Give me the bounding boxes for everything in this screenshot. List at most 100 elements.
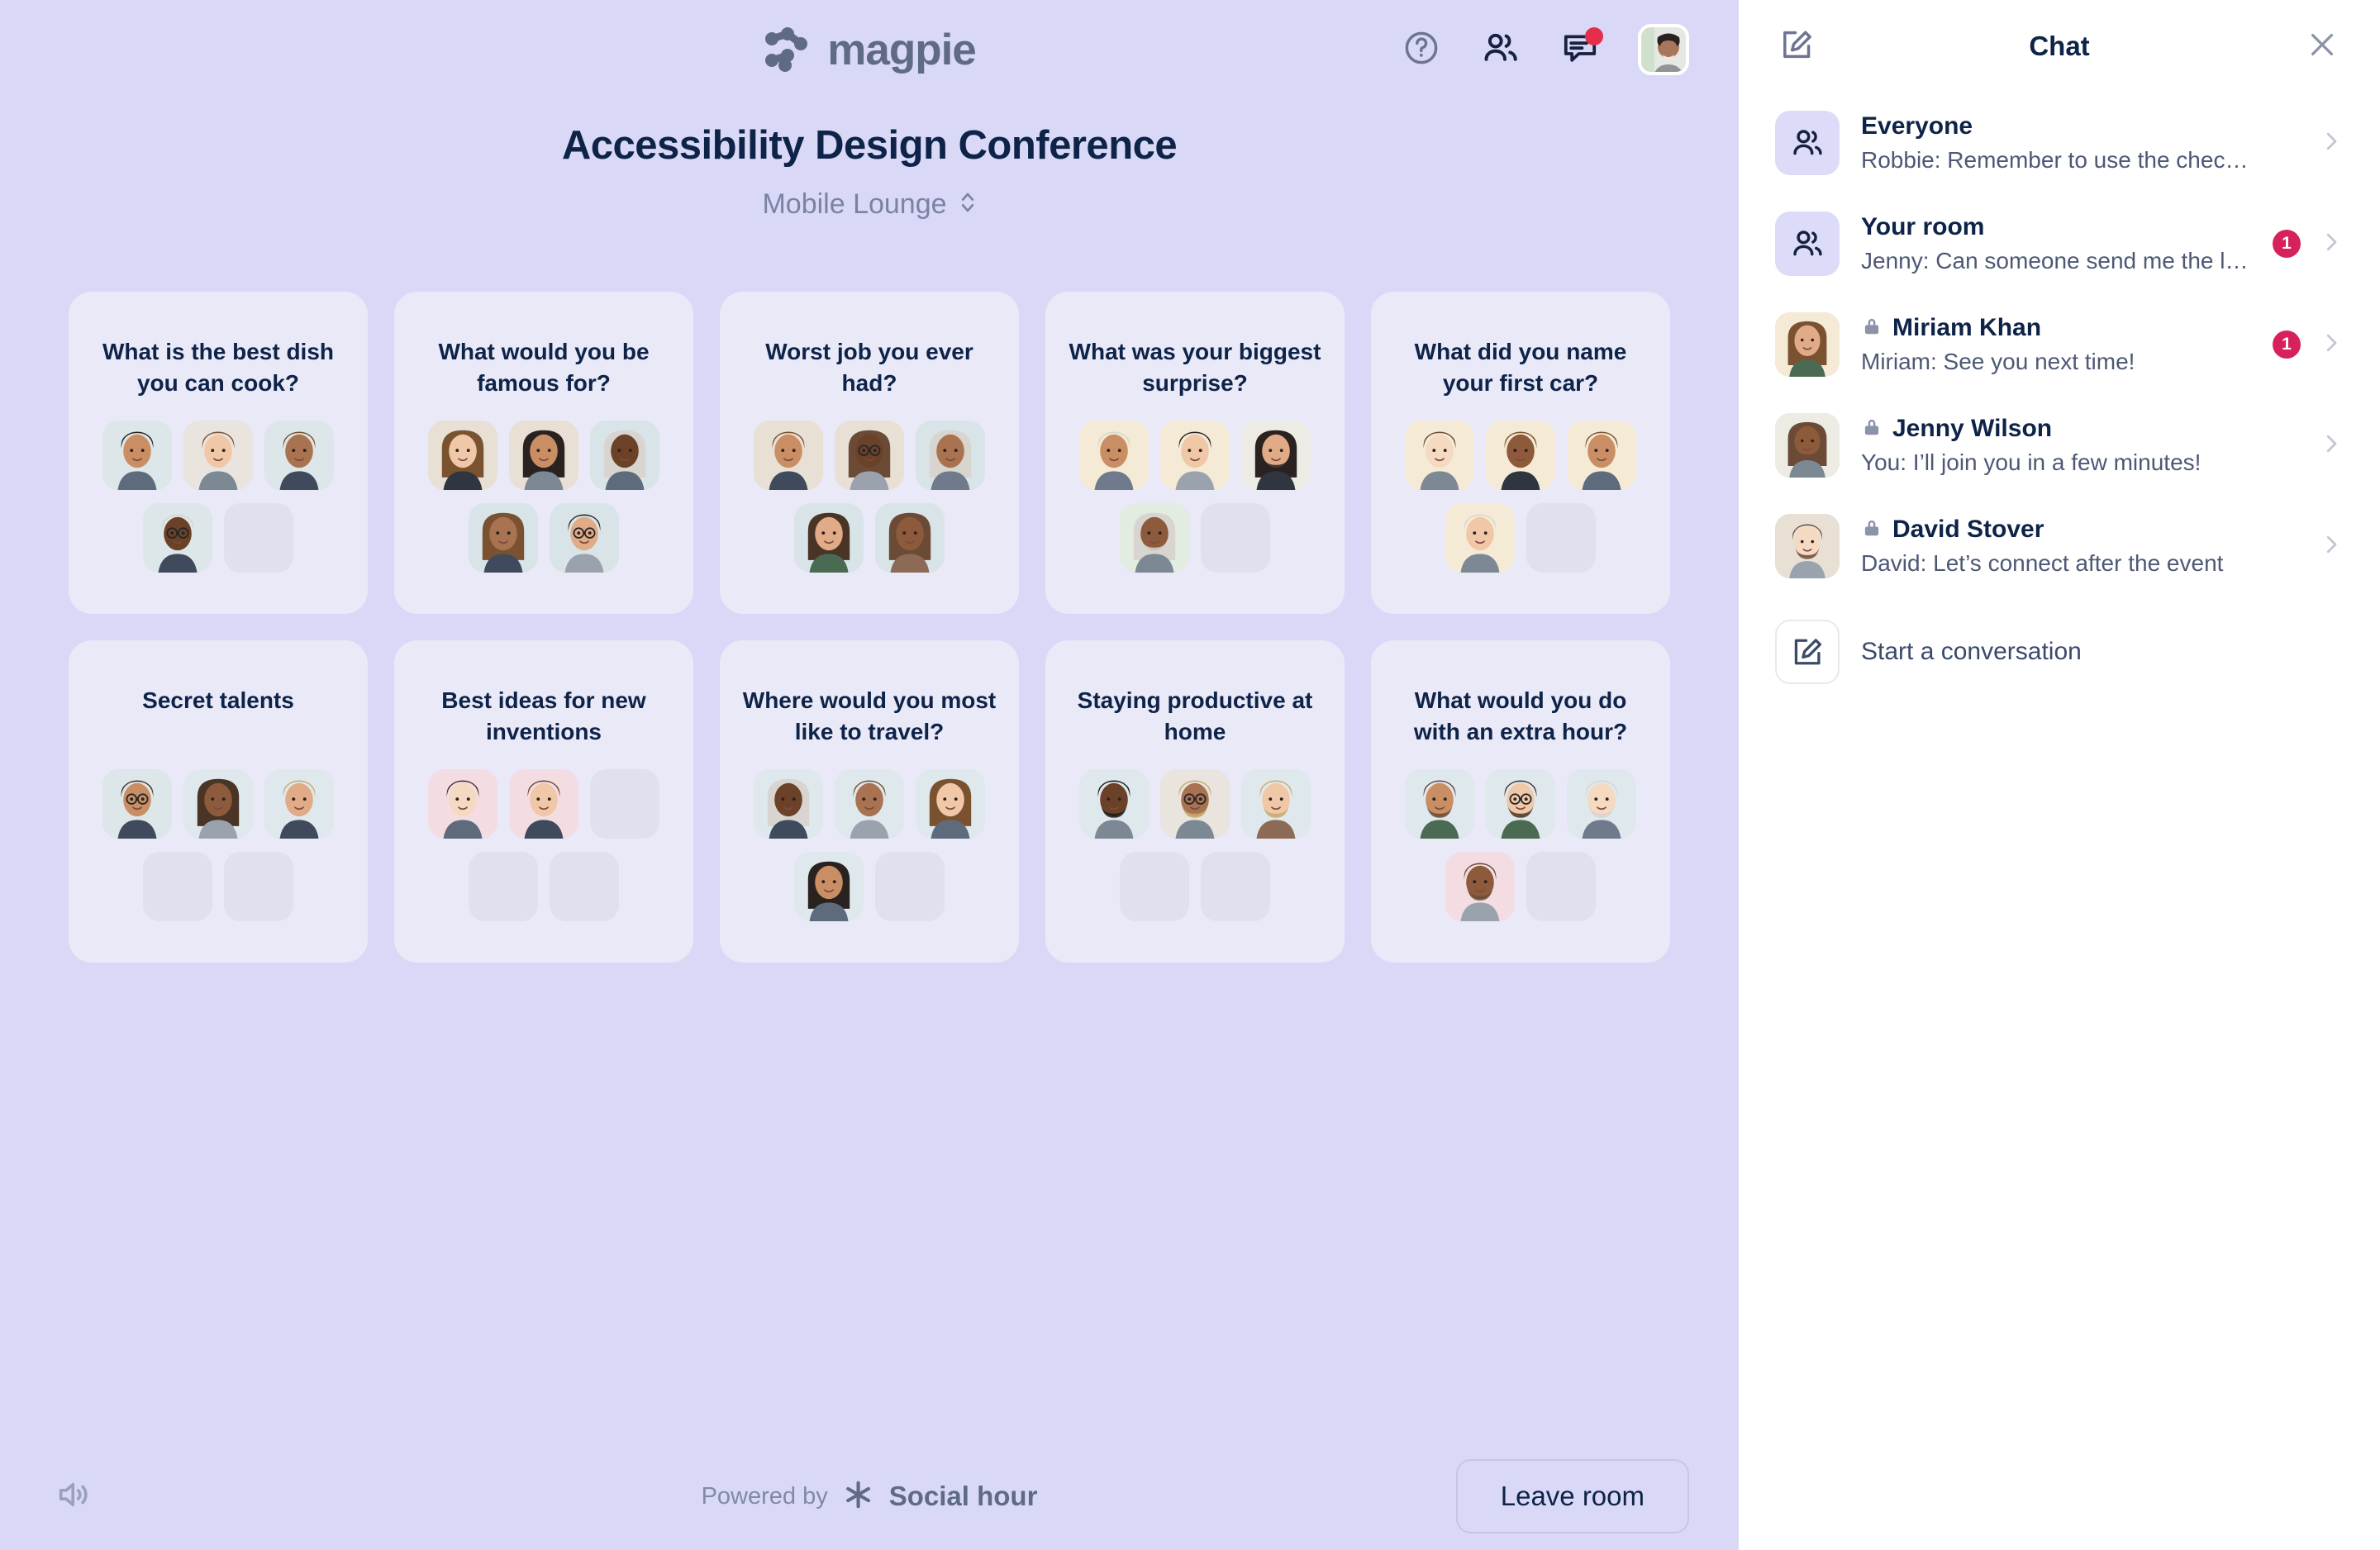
chat-item-preview: Robbie: Remember to use the checklist b.…: [1861, 147, 2251, 173]
table-seat-empty[interactable]: [224, 503, 293, 573]
chevron-right-icon[interactable]: [2319, 431, 2344, 460]
chat-list-item[interactable]: Your room Jenny: Can someone send me the…: [1775, 193, 2344, 294]
table-seat-occupied: [1079, 421, 1149, 491]
magpie-logo[interactable]: magpie: [763, 25, 977, 74]
magpie-logo-mark-icon: [763, 27, 809, 72]
table-seat-occupied: [264, 769, 334, 839]
leave-room-button[interactable]: Leave room: [1455, 1459, 1689, 1533]
table-seat-empty[interactable]: [550, 852, 619, 922]
table-seat-empty[interactable]: [1201, 503, 1270, 573]
chat-list-item[interactable]: Miriam Khan Miriam: See you next time! 1: [1775, 294, 2344, 395]
chat-item-name-row: Your room: [1861, 213, 2251, 241]
table-seat-empty[interactable]: [875, 852, 945, 922]
table-card[interactable]: What was your biggest surprise?: [1045, 292, 1345, 614]
magpie-logo-text: magpie: [827, 25, 977, 74]
chat-toggle-button[interactable]: [1559, 27, 1603, 71]
table-card-title: Worst job you ever had?: [765, 339, 973, 397]
table-seat-empty[interactable]: [143, 852, 212, 921]
table-seat-occupied: [754, 769, 823, 839]
powered-by: Powered by Social hour: [702, 1479, 1038, 1514]
close-chat-button[interactable]: [2301, 25, 2344, 68]
chat-item-name: Miriam Khan: [1892, 314, 2042, 341]
table-card-title: What was your biggest surprise?: [1069, 339, 1321, 397]
help-button[interactable]: [1400, 28, 1443, 71]
chat-list-item[interactable]: David Stover David: Let’s connect after …: [1775, 496, 2344, 597]
table-seat-empty[interactable]: [1201, 852, 1270, 922]
table-seat-empty[interactable]: [1526, 503, 1596, 573]
room-name: Mobile Lounge: [762, 188, 947, 220]
table-seat-occupied: [1120, 503, 1189, 573]
table-seat-occupied: [835, 769, 904, 839]
table-seat-occupied: [1405, 421, 1474, 491]
chat-item-body: Everyone Robbie: Remember to use the che…: [1861, 112, 2251, 174]
table-seat-occupied: [1160, 769, 1230, 839]
speaker-volume-icon: [55, 1476, 93, 1518]
table-card[interactable]: What is the best dish you can cook?: [69, 292, 368, 614]
table-seat-occupied: [1567, 421, 1636, 491]
table-seat-occupied: [1241, 421, 1311, 491]
lock-icon: [1861, 517, 1883, 543]
chat-list-item[interactable]: Everyone Robbie: Remember to use the che…: [1775, 93, 2344, 193]
lock-icon: [1861, 416, 1883, 442]
table-card[interactable]: Best ideas for new inventions: [394, 640, 693, 963]
powered-by-label: Powered by: [701, 1482, 828, 1510]
chat-item-avatar: [1775, 312, 1840, 377]
chevron-right-icon[interactable]: [2319, 129, 2344, 158]
table-seat-occupied: [183, 421, 253, 491]
table-seat-empty[interactable]: [590, 769, 659, 839]
chat-item-meta: 1: [2273, 230, 2344, 259]
table-seats: [1079, 421, 1311, 573]
table-seat-occupied: [875, 503, 945, 573]
room-selector[interactable]: Mobile Lounge: [0, 188, 1739, 221]
table-seat-occupied: [183, 769, 253, 839]
chat-item-name: Jenny Wilson: [1892, 415, 2053, 442]
chat-conversation-list: Everyone Robbie: Remember to use the che…: [1739, 93, 2380, 1550]
table-seat-empty[interactable]: [1120, 852, 1189, 922]
participants-button[interactable]: [1479, 28, 1522, 71]
table-seat-occupied: [102, 769, 172, 839]
compose-pencil-icon: [1775, 620, 1840, 684]
chat-item-preview: David: Let’s connect after the event: [1861, 550, 2224, 576]
table-card[interactable]: What did you name your first car?: [1371, 292, 1670, 614]
table-seat-occupied: [550, 503, 619, 573]
volume-button[interactable]: [50, 1472, 98, 1520]
chat-list-item[interactable]: Jenny Wilson You: I’ll join you in a few…: [1775, 395, 2344, 496]
chevron-right-icon[interactable]: [2319, 230, 2344, 259]
chevron-right-icon[interactable]: [2319, 532, 2344, 561]
avatar[interactable]: [1638, 24, 1689, 75]
table-seat-empty[interactable]: [224, 852, 293, 921]
table-card-title: Secret talents: [142, 687, 294, 713]
table-card[interactable]: Worst job you ever had?: [720, 292, 1019, 614]
table-seats: [1079, 769, 1311, 922]
table-seat-occupied: [1079, 769, 1149, 839]
table-seat-empty[interactable]: [469, 852, 538, 922]
chat-item-avatar: [1775, 514, 1840, 578]
page-title: Accessibility Design Conference: [561, 123, 1178, 168]
compose-button[interactable]: [1775, 25, 1818, 68]
table-card[interactable]: What would you do with an extra hour?: [1371, 640, 1670, 963]
table-seat-occupied: [1486, 421, 1555, 491]
table-card-title: Where would you most like to travel?: [742, 687, 997, 745]
chevron-right-icon[interactable]: [2319, 330, 2344, 359]
table-card[interactable]: What would you be famous for?: [394, 292, 693, 614]
chat-item-name: Everyone: [1861, 112, 1973, 140]
table-card[interactable]: Secret talents: [69, 640, 368, 963]
chat-item-name-row: Miriam Khan: [1861, 314, 2251, 342]
chat-item-group-icon: [1775, 111, 1840, 175]
table-seat-occupied: [590, 421, 659, 491]
table-card-title: What would you be famous for?: [438, 339, 650, 397]
powered-by-name: Social hour: [888, 1481, 1038, 1511]
table-seat-occupied: [794, 852, 864, 922]
table-card[interactable]: Where would you most like to travel?: [720, 640, 1019, 963]
top-action-icons: [1400, 24, 1689, 75]
table-seat-occupied: [835, 421, 904, 491]
table-card[interactable]: Staying productive at home: [1045, 640, 1345, 963]
table-seat-occupied: [1405, 769, 1474, 839]
table-seat-empty[interactable]: [1526, 852, 1596, 922]
chat-item-body: Jenny Wilson You: I’ll join you in a few…: [1861, 415, 2251, 476]
table-card-title: What is the best dish you can cook?: [102, 339, 335, 397]
chat-item-body: Your room Jenny: Can someone send me the…: [1861, 213, 2251, 274]
start-conversation-button[interactable]: Start a conversation: [1775, 597, 2344, 707]
bottom-bar: Powered by Social hour Leave room: [0, 1443, 1739, 1550]
table-seats: [1405, 769, 1636, 922]
